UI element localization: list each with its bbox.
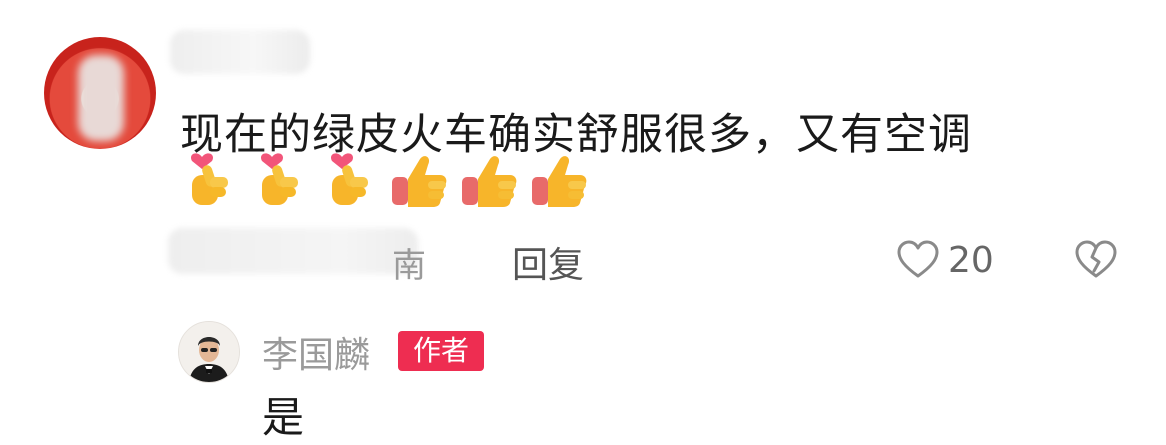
reply-text: 是	[262, 393, 305, 442]
finger-heart-icon	[261, 153, 298, 205]
comment-meta-blurred	[168, 228, 418, 274]
finger-heart-icon	[331, 153, 368, 205]
broken-heart-icon[interactable]	[1074, 238, 1118, 282]
commenter-avatar[interactable]	[44, 37, 156, 149]
reply-username[interactable]: 李国麟	[262, 326, 370, 378]
finger-heart-icon	[191, 153, 228, 205]
avatar-blur	[78, 55, 124, 141]
comment-location: 南	[392, 246, 426, 286]
heart-outline-icon	[897, 240, 939, 278]
like-count: 20	[948, 239, 994, 281]
reply-button[interactable]: 回复	[512, 236, 584, 288]
author-badge: 作者	[398, 331, 484, 371]
thumbs-up-icon	[532, 156, 587, 207]
person-avatar-icon	[179, 322, 239, 382]
commenter-username-blurred[interactable]	[170, 30, 310, 74]
comment-emoji-row	[180, 150, 590, 212]
like-button[interactable]: 20	[896, 236, 994, 284]
author-avatar[interactable]	[178, 321, 240, 383]
thumbs-up-icon	[392, 156, 447, 207]
thumbs-up-icon	[462, 156, 517, 207]
